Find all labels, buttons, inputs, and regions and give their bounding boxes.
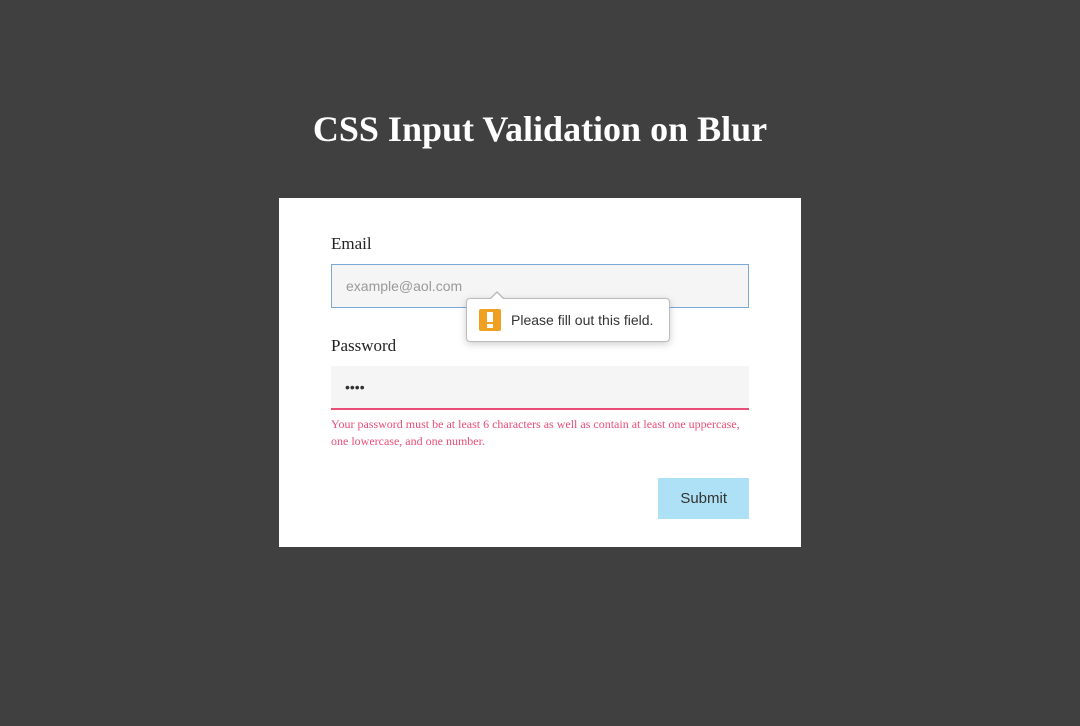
page-title: CSS Input Validation on Blur <box>0 108 1080 150</box>
form-actions: Submit <box>331 478 749 519</box>
email-label: Email <box>331 234 749 254</box>
submit-button[interactable]: Submit <box>658 478 749 519</box>
password-field-group: Password Your password must be at least … <box>331 336 749 450</box>
validation-tooltip: Please fill out this field. <box>466 298 670 342</box>
email-field-group: Email <box>331 234 749 308</box>
tooltip-message: Please fill out this field. <box>511 312 653 328</box>
warning-icon <box>479 309 501 331</box>
password-error: Your password must be at least 6 charact… <box>331 416 749 450</box>
form-card: Email Password Your password must be at … <box>279 198 801 547</box>
password-input[interactable] <box>331 366 749 410</box>
